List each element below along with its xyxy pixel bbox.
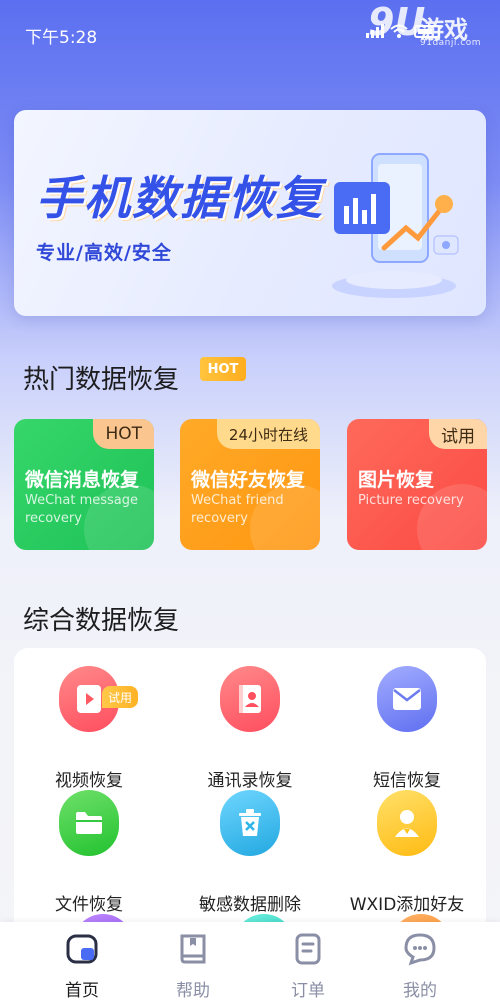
banner-subtitle: 专业/高效/安全 (36, 242, 172, 264)
item-label: 通讯录恢复 (207, 771, 293, 791)
card-wechat-message-recovery[interactable]: HOT 微信消息恢复 WeChat message recovery (14, 419, 154, 550)
card-description: WeChat friend recovery (191, 493, 284, 526)
item-label: WXID添加好友 (349, 895, 465, 915)
card-picture-recovery[interactable]: 试用 图片恢复 Picture recovery (347, 419, 487, 550)
status-time: 下午5:28 (25, 28, 98, 48)
general-section-title: 综合数据恢复 (23, 606, 180, 636)
recovery-grid-panel: 试用 视频恢复 通讯录恢复 短信恢复 文件恢复 敏感数据删除 WXID添加好友 (14, 648, 486, 954)
card-wechat-friend-recovery[interactable]: 24小时在线 微信好友恢复 WeChat friend recovery (180, 419, 320, 550)
card-tag: 试用 (429, 419, 487, 449)
nav-orders[interactable]: 订单 (258, 928, 358, 1000)
grid-item-contacts-recovery[interactable]: 通讯录恢复 (175, 666, 325, 791)
hot-badge: HOT (200, 357, 246, 381)
card-title: 微信好友恢复 (191, 469, 306, 491)
phone-chart-illustration-icon (332, 153, 459, 298)
message-icon (377, 666, 437, 732)
card-title: 图片恢复 (358, 469, 435, 491)
card-description: Picture recovery (358, 493, 464, 508)
trial-badge: 试用 (102, 686, 139, 708)
grid-item-sensitive-data-delete[interactable]: 敏感数据删除 (175, 790, 325, 915)
contacts-icon (220, 666, 280, 732)
card-description: WeChat message recovery (25, 493, 139, 526)
grid-item-wxid-add-friend[interactable]: WXID添加好友 (332, 790, 482, 915)
nav-label: 订单 (291, 981, 325, 1000)
nav-home[interactable]: 首页 (32, 928, 132, 1000)
promo-banner[interactable]: 手机数据恢复 专业/高效/安全 (14, 110, 486, 316)
banner-title: 手机数据恢复 (36, 171, 324, 225)
card-title: 微信消息恢复 (25, 469, 140, 491)
card-tag: HOT (93, 419, 154, 449)
nav-label: 帮助 (176, 981, 210, 1000)
item-label: 敏感数据删除 (199, 895, 301, 915)
nav-label: 首页 (65, 981, 99, 1000)
home-icon (66, 934, 98, 964)
hot-section-title: 热门数据恢复 (23, 365, 180, 395)
folder-icon (59, 790, 119, 856)
grid-item-file-recovery[interactable]: 文件恢复 (14, 790, 164, 915)
book-icon (180, 934, 206, 964)
user-add-icon (377, 790, 437, 856)
status-bar: 下午5:28 9U 游戏 91danji.com (0, 0, 500, 68)
grid-item-video-recovery[interactable]: 试用 视频恢复 (14, 666, 164, 791)
order-icon (295, 933, 321, 965)
trash-icon (220, 790, 280, 856)
grid-item-sms-recovery[interactable]: 短信恢复 (332, 666, 482, 791)
chat-icon (404, 933, 436, 966)
bottom-nav: 首页 帮助 订单 我的 (0, 922, 500, 1000)
item-label: 短信恢复 (373, 771, 441, 791)
item-label: 视频恢复 (55, 771, 123, 791)
watermark-logo: 9U 游戏 91danji.com (368, 0, 496, 52)
card-tag: 24小时在线 (216, 419, 320, 449)
watermark-url: 91danji.com (420, 38, 481, 48)
item-label: 文件恢复 (55, 895, 123, 915)
nav-profile[interactable]: 我的 (370, 928, 470, 1000)
nav-help[interactable]: 帮助 (143, 928, 243, 1000)
watermark-number: 9U (368, 0, 426, 44)
nav-label: 我的 (403, 981, 437, 1000)
